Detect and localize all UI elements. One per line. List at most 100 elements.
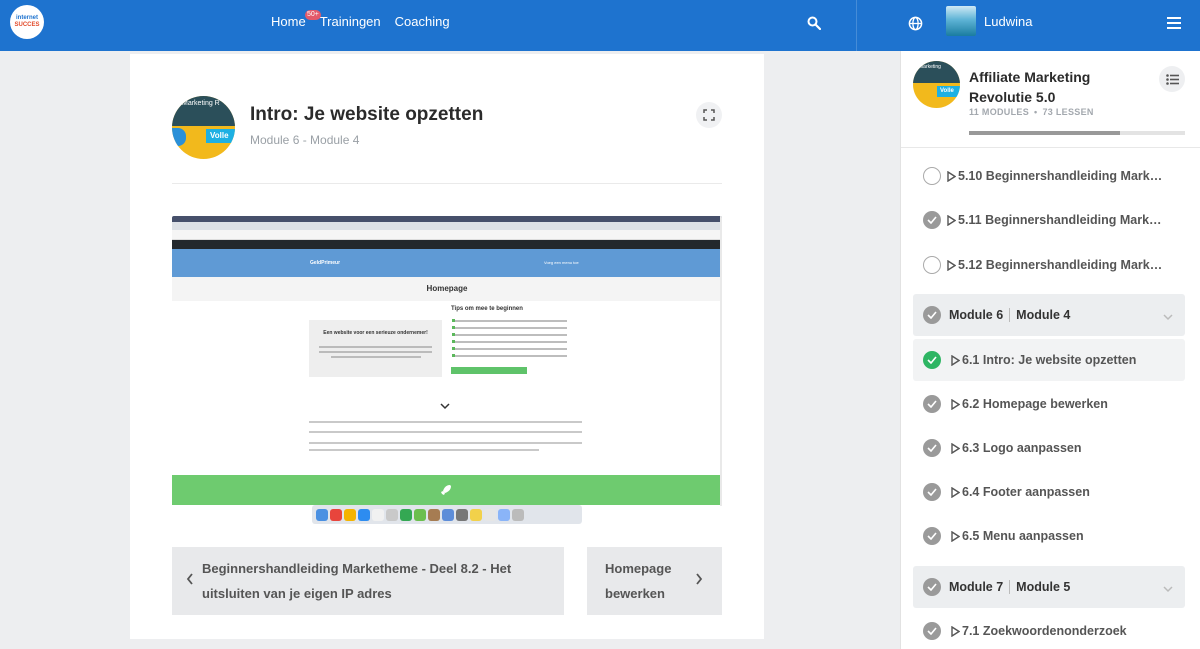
chevron-left-icon: [186, 572, 194, 590]
video-os-dock: [312, 505, 582, 524]
module-sublabel: Module 4: [1016, 308, 1071, 322]
lesson-item[interactable]: 6.2 Homepage bewerken: [913, 384, 1185, 424]
previous-lesson-button[interactable]: Beginnershandleiding Marketheme - Deel 8…: [172, 547, 564, 615]
lesson-item-label: 6.2 Homepage bewerken: [962, 397, 1108, 411]
sidebar-divider: [901, 147, 1200, 148]
lesson-item-label: 7.1 Zoekwoordenonderzoek: [962, 624, 1127, 638]
video-tips-title: Tips om mee te beginnen: [451, 306, 523, 312]
user-avatar[interactable]: [946, 6, 976, 36]
topbar-separator: [856, 0, 857, 51]
check-icon: [923, 622, 941, 640]
video-side-strip: [720, 216, 722, 506]
lesson-thumbnail: Marketing R Volle: [172, 96, 235, 159]
lesson-video[interactable]: GeldPrimeur Voeg een menu toe Homepage E…: [172, 216, 722, 526]
status-empty-icon: [923, 167, 941, 185]
video-intro-box: Een website voor een serieuze ondernemer…: [309, 320, 442, 377]
course-thumb-text: Marketing: [919, 64, 941, 70]
logo-line-1: internet: [15, 15, 38, 21]
lesson-thumb-badge: Volle: [206, 129, 235, 143]
video-site-footer: [172, 475, 720, 505]
previous-lesson-label: Beginnershandleiding Marketheme - Deel 8…: [202, 561, 512, 601]
course-sidebar: Marketing Volle Affiliate Marketing Revo…: [900, 51, 1200, 649]
hamburger-menu-icon[interactable]: [1164, 13, 1184, 33]
lesson-item[interactable]: 5.12 Beginnershandleiding Marketheme - D…: [913, 245, 1185, 285]
course-lessons-count: 73 LESSEN: [1042, 107, 1094, 117]
status-empty-icon: [923, 256, 941, 274]
play-icon: [951, 354, 960, 366]
search-icon[interactable]: [804, 13, 824, 33]
lesson-item-label: 6.4 Footer aanpassen: [962, 485, 1090, 499]
check-icon: [923, 351, 941, 369]
lesson-item-current[interactable]: 6.1 Intro: Je website opzetten: [913, 339, 1185, 381]
lesson-item-label: 5.12 Beginnershandleiding Marketheme - D…: [958, 258, 1168, 272]
globe-icon[interactable]: [905, 13, 925, 33]
next-lesson-label: Homepage bewerken: [605, 561, 672, 601]
lesson-item[interactable]: 6.3 Logo aanpassen: [913, 428, 1185, 468]
video-site-brand: GeldPrimeur: [310, 260, 341, 266]
lesson-item-label: 6.3 Logo aanpassen: [962, 441, 1082, 455]
video-address-bar: [172, 230, 722, 240]
play-icon: [947, 214, 956, 226]
video-box-title: Een website voor een serieuze ondernemer…: [323, 330, 428, 336]
site-logo[interactable]: internet SUCCES: [10, 5, 44, 39]
lesson-item[interactable]: 7.1 Zoekwoordenonderzoek: [913, 611, 1185, 649]
lesson-item-label: 6.1 Intro: Je website opzetten: [962, 353, 1137, 367]
rocket-icon: [441, 485, 451, 495]
chevron-down-icon: [1163, 308, 1173, 326]
play-icon: [951, 486, 960, 498]
course-progress-bar: [969, 131, 1185, 135]
list-toggle-icon[interactable]: [1159, 66, 1185, 92]
check-icon: [923, 483, 941, 501]
check-icon: [923, 211, 941, 229]
next-lesson-button[interactable]: Homepage bewerken: [587, 547, 722, 615]
course-title[interactable]: Affiliate Marketing Revolutie 5.0: [969, 67, 1139, 107]
play-icon: [947, 170, 956, 182]
lesson-item-label: 5.10 Beginnershandleiding Marketheme - D…: [958, 169, 1168, 183]
lesson-item[interactable]: 5.11 Beginnershandleiding Marketheme - D…: [913, 200, 1185, 240]
nav-home[interactable]: Home: [271, 14, 306, 29]
lesson-thumb-text: Marketing R: [182, 100, 220, 107]
logo-line-2: SUCCES: [14, 22, 40, 28]
check-icon: [923, 527, 941, 545]
play-icon: [951, 530, 960, 542]
check-icon: [923, 395, 941, 413]
user-name[interactable]: Ludwina: [984, 14, 1032, 29]
play-icon: [951, 442, 960, 454]
fullscreen-icon[interactable]: [696, 102, 722, 128]
nav-coaching[interactable]: Coaching: [395, 14, 450, 29]
video-site-menu: Voeg een menu toe: [544, 260, 579, 265]
top-navigation-bar: internet SUCCES Home Trainingen Coaching…: [0, 0, 1200, 51]
module-header[interactable]: Module 7 Module 5: [913, 566, 1185, 608]
lesson-item[interactable]: 6.5 Menu aanpassen: [913, 516, 1185, 556]
lesson-card: Marketing R Volle Intro: Je website opze…: [130, 54, 764, 639]
chevron-down-icon: [1163, 580, 1173, 598]
video-browser-tabs: [172, 222, 722, 230]
play-icon: [951, 398, 960, 410]
module-header[interactable]: Module 6 Module 4: [913, 294, 1185, 336]
lesson-subtitle: Module 6 - Module 4: [250, 133, 360, 147]
module-label: Module 7: [949, 580, 1004, 594]
play-icon: [947, 259, 956, 271]
nav-trainingen[interactable]: Trainingen: [320, 14, 381, 29]
course-thumb-badge: Volle: [937, 86, 960, 97]
video-admin-bar: [172, 240, 722, 249]
course-modules-count: 11 MODULES: [969, 107, 1030, 117]
chevron-right-icon: [695, 572, 703, 590]
lesson-item[interactable]: 5.10 Beginnershandleiding Marketheme - D…: [913, 156, 1185, 196]
lesson-item-label: 5.11 Beginnershandleiding Marketheme - D…: [958, 213, 1168, 227]
video-site-header: GeldPrimeur Voeg een menu toe: [172, 249, 722, 277]
main-nav: Home Trainingen Coaching: [271, 14, 464, 29]
module-sublabel: Module 5: [1016, 580, 1071, 594]
check-icon: [923, 439, 941, 457]
video-page-heading: Homepage: [172, 277, 722, 301]
header-divider: [172, 183, 722, 184]
lesson-item[interactable]: 6.4 Footer aanpassen: [913, 472, 1185, 512]
module-label: Module 6: [949, 308, 1004, 322]
check-icon: [923, 306, 941, 324]
lesson-title: Intro: Je website opzetten: [250, 104, 484, 125]
video-cta-button: [451, 367, 527, 374]
notification-badge: 50+: [305, 10, 321, 20]
course-thumbnail: Marketing Volle: [913, 61, 960, 108]
play-icon: [951, 625, 960, 637]
lesson-item-label: 6.5 Menu aanpassen: [962, 529, 1084, 543]
